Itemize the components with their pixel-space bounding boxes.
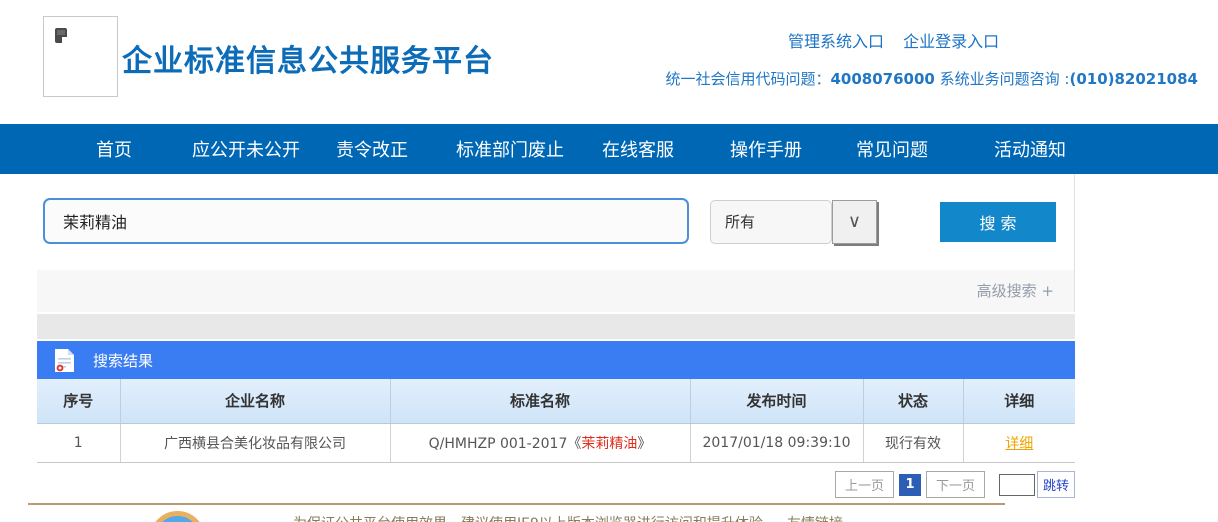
broken-image-icon [54, 27, 68, 44]
contact-info-line: 统一社会信用代码问题：4008076000 系统业务问题咨询 :(010)820… [665, 68, 1198, 89]
search-input[interactable] [43, 198, 689, 244]
cell-index: 1 [37, 423, 120, 462]
standard-highlight: 茉莉精油 [581, 436, 637, 452]
nav-item-online-service[interactable]: 在线客服 [602, 136, 674, 162]
next-page-button[interactable]: 下一页 [926, 471, 985, 498]
advanced-search-toggle[interactable]: 高级搜索 + [37, 270, 1075, 312]
credit-code-label: 统一社会信用代码问题： [665, 70, 830, 88]
pagination: 上一页 1 下一页 跳转 [37, 473, 1075, 497]
nav-item-dept-abolished[interactable]: 标准部门废止 [456, 136, 564, 162]
col-header-index: 序号 [37, 379, 120, 423]
section-divider [37, 314, 1075, 339]
search-filter-select[interactable]: 所有 [710, 200, 832, 244]
current-page-badge: 1 [899, 474, 921, 496]
system-question-phone: (010)82021084 [1069, 70, 1198, 88]
table-row: 1 广西横县合美化妆品有限公司 Q/HMHZP 001-2017《茉莉精油》 2… [37, 423, 1075, 462]
jump-page-input[interactable] [999, 474, 1035, 496]
cell-status: 现行有效 [863, 423, 963, 462]
cell-standard: Q/HMHZP 001-2017《茉莉精油》 [390, 423, 690, 462]
col-header-company: 企业名称 [120, 379, 390, 423]
footer-emblem-logo [150, 511, 205, 522]
results-table: 序号 企业名称 标准名称 发布时间 状态 详细 1 广西横县合美化妆品有限公司 … [37, 379, 1075, 463]
credit-code-phone: 4008076000 [831, 70, 935, 88]
search-button[interactable]: 搜 索 [940, 202, 1056, 242]
standard-code: Q/HMHZP 001-2017《 [429, 436, 582, 452]
site-logo-placeholder [43, 16, 118, 97]
col-header-status: 状态 [863, 379, 963, 423]
search-section: 所有 ∨ 搜 索 [37, 174, 1075, 270]
results-section-title: 搜索结果 [93, 350, 153, 371]
main-nav: 首页 应公开未公开 责令改正 标准部门废止 在线客服 操作手册 常见问题 活动通… [0, 124, 1218, 174]
page-header: 企业标准信息公共服务平台 管理系统入口 企业登录入口 统一社会信用代码问题：40… [0, 0, 1218, 124]
document-icon [54, 348, 75, 373]
admin-system-entry-link[interactable]: 管理系统入口 [788, 32, 884, 51]
table-header-row: 序号 企业名称 标准名称 发布时间 状态 详细 [37, 379, 1075, 423]
header-links: 管理系统入口 企业登录入口 [788, 28, 1013, 52]
nav-item-manual[interactable]: 操作手册 [730, 136, 802, 162]
nav-item-home[interactable]: 首页 [96, 136, 132, 162]
cell-detail: 详细 [963, 423, 1075, 462]
nav-item-faq[interactable]: 常见问题 [856, 136, 928, 162]
site-title: 企业标准信息公共服务平台 [122, 36, 494, 80]
chevron-down-icon[interactable]: ∨ [832, 200, 877, 244]
nav-item-should-disclose[interactable]: 应公开未公开 [192, 136, 300, 162]
nav-item-activity-notice[interactable]: 活动通知 [994, 136, 1066, 162]
footer-browser-note: 为保证公共平台使用效果，建议使用IE9以上版本浏览器进行访问和提升体验 [293, 513, 763, 522]
cell-publish-time: 2017/01/18 09:39:10 [690, 423, 863, 462]
footer-links-label[interactable]: 友情链接 [787, 513, 843, 522]
nav-item-ordered-correction[interactable]: 责令改正 [336, 136, 408, 162]
enterprise-login-entry-link[interactable]: 企业登录入口 [903, 32, 999, 51]
prev-page-button[interactable]: 上一页 [835, 471, 894, 498]
col-header-detail: 详细 [963, 379, 1075, 423]
page-footer: 为保证公共平台使用效果，建议使用IE9以上版本浏览器进行访问和提升体验 友情链接 [0, 505, 1218, 522]
jump-button[interactable]: 跳转 [1037, 471, 1075, 498]
system-question-label: 系统业务问题咨询 : [935, 70, 1070, 88]
standard-suffix: 》 [637, 436, 651, 452]
detail-link[interactable]: 详细 [1005, 436, 1033, 452]
col-header-standard: 标准名称 [390, 379, 690, 423]
col-header-publish-time: 发布时间 [690, 379, 863, 423]
results-header-bar: 搜索结果 [37, 341, 1075, 379]
cell-company: 广西横县合美化妆品有限公司 [120, 423, 390, 462]
